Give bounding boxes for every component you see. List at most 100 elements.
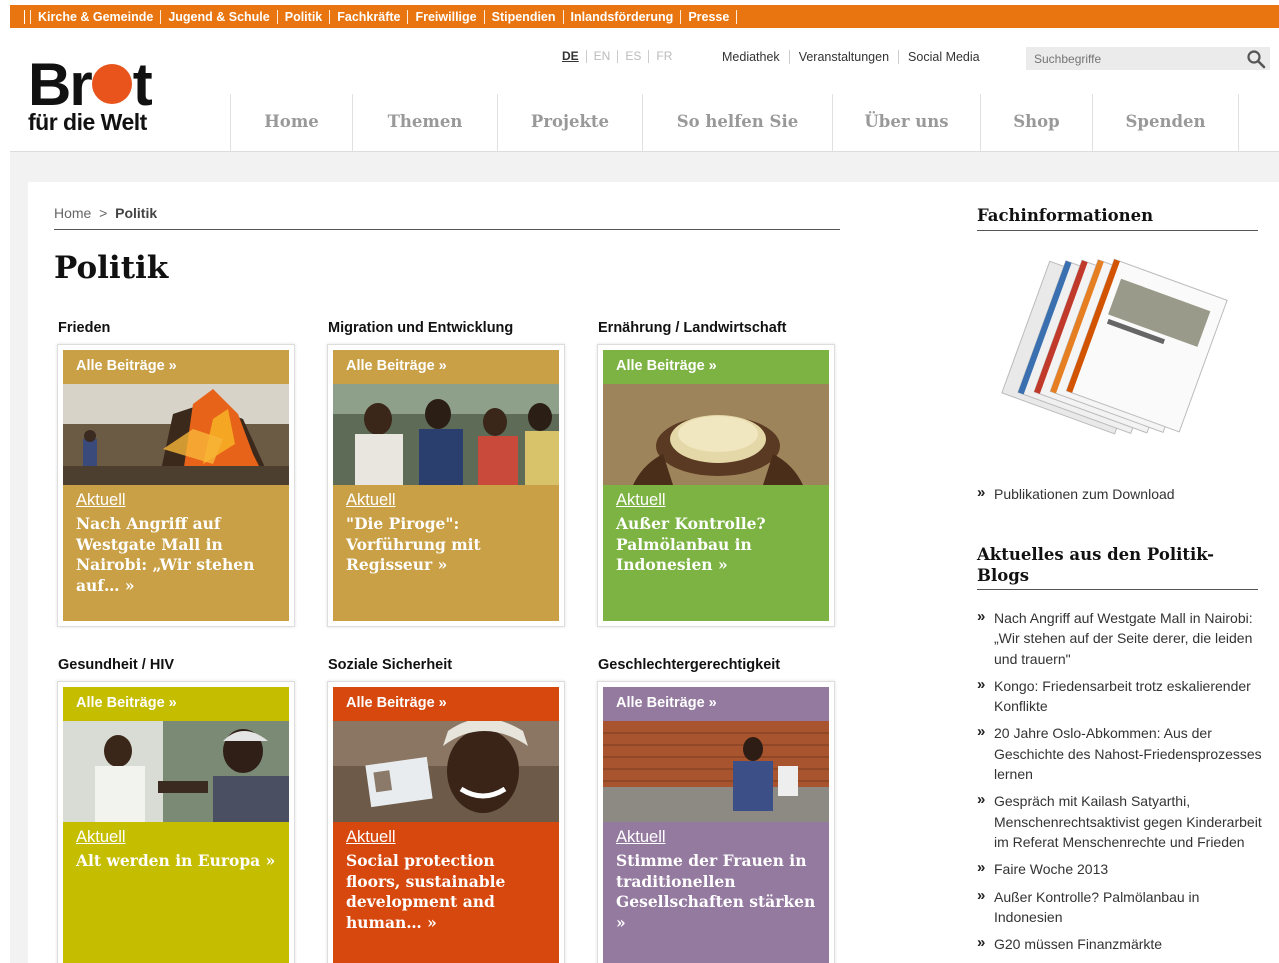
site-header: Br t für die Welt DE EN ES FR Mediathek V… xyxy=(10,28,1279,152)
search-icon[interactable] xyxy=(1246,49,1266,69)
category-card-frieden[interactable]: Alle Beiträge » Aktuell Nach Angriff auf… xyxy=(57,344,295,627)
category-title-geschlecht: Geschlechtergerechtigkeit xyxy=(598,657,781,673)
card-tag[interactable]: Aktuell xyxy=(346,828,546,847)
card-teaser-text[interactable]: Nach Angriff auf Westgate Mall in Nairob… xyxy=(76,514,276,596)
card-head-all-posts[interactable]: Alle Beiträge » xyxy=(333,687,559,721)
card-head-all-posts[interactable]: Alle Beiträge » xyxy=(333,350,559,384)
lang-fr[interactable]: FR xyxy=(648,50,679,63)
category-card-soziale-sicherheit[interactable]: Alle Beiträge » Aktuell Social protectio… xyxy=(327,681,565,963)
category-title-frieden: Frieden xyxy=(58,320,111,336)
topnav-kirche[interactable]: Kirche & Gemeinde xyxy=(30,9,160,24)
card-teaser[interactable]: Aktuell "Die Piroge": Vorführung mit Reg… xyxy=(333,485,559,582)
nav-home[interactable]: Home xyxy=(230,94,352,152)
sidebar-heading-fachinformationen: Fachinformationen xyxy=(977,206,1154,225)
main-navigation: Home Themen Projekte So helfen Sie Über … xyxy=(230,94,1239,152)
card-teaser-text[interactable]: Social protection floors, sustainable de… xyxy=(346,851,546,933)
photo-burning-house xyxy=(63,384,289,485)
breadcrumb-current: Politik xyxy=(115,205,158,221)
category-title-gesundheit: Gesundheit / HIV xyxy=(58,657,175,673)
card-tag[interactable]: Aktuell xyxy=(346,491,546,510)
card-head-all-posts[interactable]: Alle Beiträge » xyxy=(603,350,829,384)
card-teaser[interactable]: Aktuell Social protection floors, sustai… xyxy=(333,822,559,939)
nav-spenden[interactable]: Spenden xyxy=(1092,94,1239,152)
card-teaser[interactable]: Aktuell Stimme der Frauen in traditionel… xyxy=(603,822,829,939)
card-image-frieden[interactable] xyxy=(63,384,289,485)
card-teaser-text[interactable]: Stimme der Frauen in traditionellen Gese… xyxy=(616,851,816,933)
card-head-all-posts[interactable]: Alle Beiträge » xyxy=(603,687,829,721)
link-publikationen-download[interactable]: Publikationen zum Download xyxy=(977,483,1262,504)
nav-shop[interactable]: Shop xyxy=(980,94,1092,152)
card-teaser[interactable]: Aktuell Nach Angriff auf Westgate Mall i… xyxy=(63,485,289,602)
category-title-migration: Migration und Entwicklung xyxy=(328,320,514,336)
card-head-all-posts[interactable]: Alle Beiträge » xyxy=(63,350,289,384)
link-social-media[interactable]: Social Media xyxy=(898,50,989,64)
publications-link-list: Publikationen zum Download xyxy=(977,483,1262,511)
category-card-gesundheit[interactable]: Alle Beiträge » Aktuell Alt werden in Eu… xyxy=(57,681,295,963)
logo-subline: für die Welt xyxy=(28,109,147,135)
category-title-ernaehrung: Ernährung / Landwirtschaft xyxy=(598,320,787,336)
separator xyxy=(24,10,25,24)
card-teaser[interactable]: Aktuell Alt werden in Europa » xyxy=(63,822,289,878)
lang-de[interactable]: DE xyxy=(562,50,586,63)
photo-woman-brick-wall xyxy=(603,721,829,822)
card-teaser[interactable]: Aktuell Außer Kontrolle? Palmölanbau in … xyxy=(603,485,829,582)
lang-en[interactable]: EN xyxy=(585,50,618,63)
topnav-presse[interactable]: Presse xyxy=(680,9,738,24)
nav-ueber-uns[interactable]: Über uns xyxy=(832,94,980,152)
search-input[interactable] xyxy=(1026,47,1236,70)
topnav-politik[interactable]: Politik xyxy=(276,9,330,24)
topnav-fachkraefte[interactable]: Fachkräfte xyxy=(329,9,407,24)
card-teaser-text[interactable]: Alt werden in Europa » xyxy=(76,851,276,872)
logo-wordmark: Br t xyxy=(28,51,153,118)
category-card-geschlecht[interactable]: Alle Beiträge » Aktuell Stimme der Fraue… xyxy=(597,681,835,963)
sidebar-heading-politik-blogs: Aktuelles aus den Politik-Blogs xyxy=(977,545,1214,585)
breadcrumb-home[interactable]: Home xyxy=(54,205,91,221)
category-title-soziale-sicherheit: Soziale Sicherheit xyxy=(328,657,453,673)
link-mediathek[interactable]: Mediathek xyxy=(722,50,789,64)
blog-post-link[interactable]: G20 müssen Finanzmärkte xyxy=(977,933,1262,954)
language-switcher: DE EN ES FR xyxy=(562,50,679,63)
topnav-jugend[interactable]: Jugend & Schule xyxy=(160,9,276,24)
publications-stack-image[interactable] xyxy=(975,258,1230,453)
nav-projekte[interactable]: Projekte xyxy=(497,94,642,152)
card-tag[interactable]: Aktuell xyxy=(616,828,816,847)
photo-woman-id-card xyxy=(333,721,559,822)
card-teaser-text[interactable]: Außer Kontrolle? Palmölanbau in Indonesi… xyxy=(616,514,816,576)
card-tag[interactable]: Aktuell xyxy=(616,491,816,510)
topnav-freiwillige[interactable]: Freiwillige xyxy=(407,9,483,24)
blog-post-link[interactable]: Außer Kontrolle? Palmölanbau in Indonesi… xyxy=(977,886,1262,928)
utility-nav: Mediathek Veranstaltungen Social Media xyxy=(722,50,989,64)
breadcrumb: Home > Politik xyxy=(54,205,157,221)
photo-crowd xyxy=(333,384,559,485)
card-tag[interactable]: Aktuell xyxy=(76,491,276,510)
card-image-geschlecht[interactable] xyxy=(603,721,829,822)
blog-post-link[interactable]: 20 Jahre Oslo-Abkommen: Aus der Geschich… xyxy=(977,722,1262,784)
site-logo[interactable]: Br t für die Welt xyxy=(28,51,198,135)
divider xyxy=(54,229,840,230)
lang-es[interactable]: ES xyxy=(617,50,648,63)
logo-o-circle xyxy=(91,64,132,104)
card-image-soziale-sicherheit[interactable] xyxy=(333,721,559,822)
blog-post-link[interactable]: Faire Woche 2013 xyxy=(977,858,1262,879)
photo-health-check xyxy=(63,721,289,822)
topnav-inland[interactable]: Inlandsförderung xyxy=(562,9,681,24)
top-service-bar: Kirche & Gemeinde Jugend & Schule Politi… xyxy=(10,5,1279,28)
blog-post-link[interactable]: Gespräch mit Kailash Satyarthi, Menschen… xyxy=(977,790,1262,852)
card-image-ernaehrung[interactable] xyxy=(603,384,829,485)
card-head-all-posts[interactable]: Alle Beiträge » xyxy=(63,687,289,721)
category-card-ernaehrung[interactable]: Alle Beiträge » Aktuell Außer Kontrolle?… xyxy=(597,344,835,627)
blog-post-list: Nach Angriff auf Westgate Mall in Nairob… xyxy=(977,607,1262,961)
nav-themen[interactable]: Themen xyxy=(352,94,497,152)
link-veranstaltungen[interactable]: Veranstaltungen xyxy=(788,50,898,64)
card-teaser-text[interactable]: "Die Piroge": Vorführung mit Regisseur » xyxy=(346,514,546,576)
nav-so-helfen-sie[interactable]: So helfen Sie xyxy=(642,94,832,152)
topnav-stipendien[interactable]: Stipendien xyxy=(483,9,563,24)
blog-post-link[interactable]: Kongo: Friedensarbeit trotz eskalierende… xyxy=(977,675,1262,717)
category-card-migration[interactable]: Alle Beiträge » Aktuell "Die Piroge": Vo… xyxy=(327,344,565,627)
card-tag[interactable]: Aktuell xyxy=(76,828,276,847)
card-image-gesundheit[interactable] xyxy=(63,721,289,822)
blog-post-link[interactable]: Nach Angriff auf Westgate Mall in Nairob… xyxy=(977,607,1262,669)
divider xyxy=(977,230,1258,231)
card-image-migration[interactable] xyxy=(333,384,559,485)
breadcrumb-separator: > xyxy=(99,205,108,221)
